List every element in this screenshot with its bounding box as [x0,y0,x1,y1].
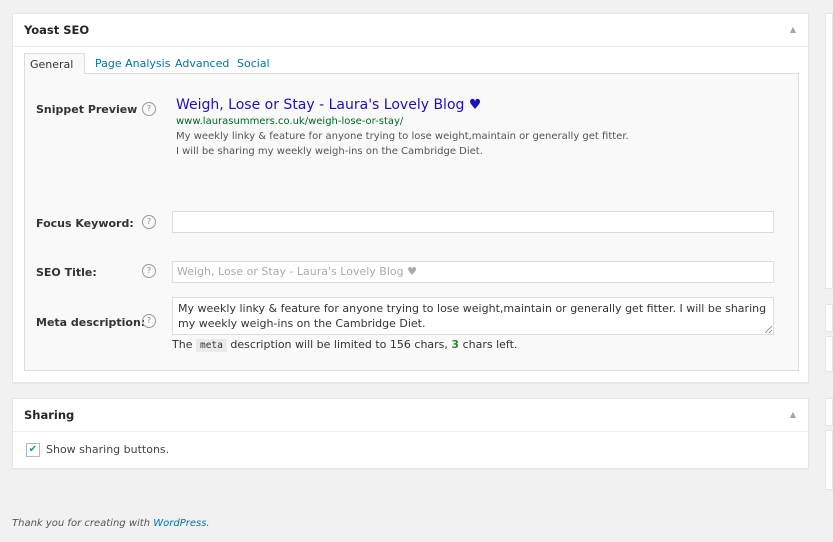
tab-general[interactable]: General [24,53,85,74]
sidebar-box-edge [825,398,833,426]
help-icon[interactable]: ? [142,314,156,328]
meta-description-text: My weekly linky & feature for anyone try… [178,302,767,330]
snippet-preview-label: Snippet Preview [36,103,138,116]
show-sharing-label[interactable]: Show sharing buttons. [46,443,169,456]
sharing-header[interactable]: Sharing ▲ [13,399,808,432]
meta-char-limit-note: The meta description will be limited to … [172,338,518,352]
help-icon[interactable]: ? [142,264,156,278]
resize-grip-icon[interactable] [765,326,772,333]
yoast-tabs: General Page Analysis Advanced Social [24,53,799,74]
meta-description-label: Meta description: [36,316,146,329]
snippet-url: www.laurasummers.co.uk/weigh-lose-or-sta… [176,116,404,127]
chars-left-count: 3 [451,338,460,351]
seo-title-input[interactable]: Weigh, Lose or Stay - Laura's Lovely Blo… [172,261,774,283]
tab-advanced[interactable]: Advanced [170,53,234,74]
seo-title-placeholder: Weigh, Lose or Stay - Laura's Lovely Blo… [177,265,417,278]
tab-page-analysis[interactable]: Page Analysis [90,53,175,74]
yoast-title: Yoast SEO [24,23,90,37]
note-suffix: chars left. [462,338,518,351]
snippet-title[interactable]: Weigh, Lose or Stay - Laura's Lovely Blo… [176,97,776,113]
meta-code-tag: meta [195,339,227,352]
focus-keyword-label: Focus Keyword: [36,217,134,230]
tab-social[interactable]: Social [232,53,275,74]
focus-keyword-input[interactable] [172,211,774,233]
note-prefix: The [172,338,193,351]
help-icon[interactable]: ? [142,215,156,229]
wordpress-link[interactable]: WordPress [153,518,206,529]
meta-description-textarea[interactable]: My weekly linky & feature for anyone try… [172,297,774,335]
sharing-title: Sharing [24,408,75,422]
snippet-preview: Weigh, Lose or Stay - Laura's Lovely Blo… [176,97,776,159]
show-sharing-checkbox[interactable]: ✔ [26,443,40,457]
sidebar-box-edge [825,304,833,332]
yoast-seo-metabox: Yoast SEO ▲ General Page Analysis Advanc… [12,13,809,383]
sidebar-box-edge [825,13,833,289]
snippet-description-line-1: My weekly linky & feature for anyone try… [176,131,629,142]
note-middle: description will be limited to 156 chars… [230,338,448,351]
help-icon[interactable]: ? [142,102,156,116]
sharing-metabox: Sharing ▲ ✔ Show sharing buttons. [12,398,809,469]
seo-title-label: SEO Title: [36,266,97,279]
footer-suffix: . [206,518,210,529]
sidebar-box-edge [825,336,833,372]
sidebar-box-edge [825,430,833,490]
general-tab-panel: Snippet Preview ? Weigh, Lose or Stay - … [24,73,799,371]
snippet-description-line-2: I will be sharing my weekly weigh-ins on… [176,146,483,157]
triangle-up-icon[interactable]: ▲ [790,410,796,419]
footer-text: Thank you for creating with [12,518,151,529]
admin-footer: Thank you for creating with WordPress. [12,518,210,529]
triangle-up-icon[interactable]: ▲ [790,25,796,34]
yoast-header[interactable]: Yoast SEO ▲ [13,14,808,47]
snippet-description: My weekly linky & feature for anyone try… [176,129,646,159]
